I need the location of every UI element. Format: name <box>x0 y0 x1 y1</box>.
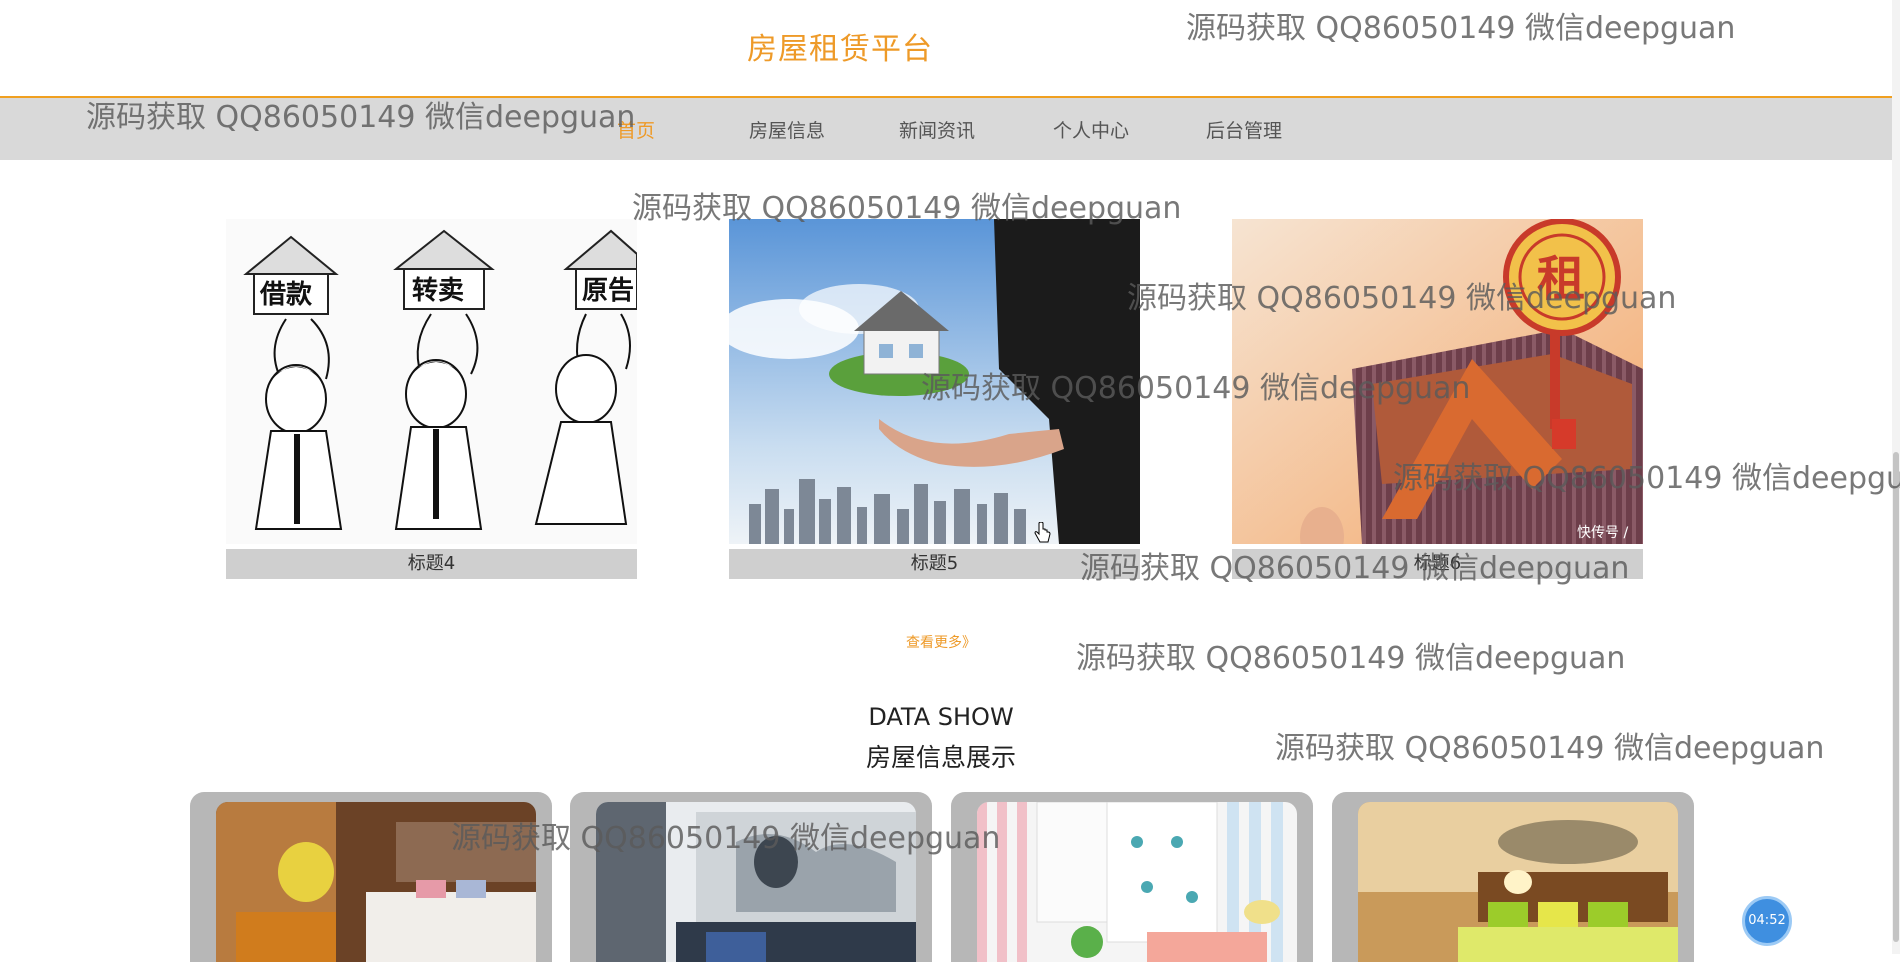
svg-text:借款: 借款 <box>259 280 313 310</box>
hand-pointer-icon <box>1034 521 1052 550</box>
house-card[interactable] <box>1332 792 1694 962</box>
watermark-text: 源码获取 QQ86050149 微信deepguan <box>451 821 1001 856</box>
watermark-text: 源码获取 QQ86050149 微信deepguan <box>1080 551 1630 586</box>
watermark-text: 源码获取 QQ86050149 微信deepguan <box>1127 281 1677 316</box>
watermark-text: 源码获取 QQ86050149 微信deepguan <box>1076 641 1626 676</box>
news-card-title[interactable]: 标题5 <box>729 549 1140 579</box>
news-image-cartoon[interactable]: 借款 转卖 原告 <box>226 219 637 544</box>
nav-item-admin[interactable]: 后台管理 <box>1206 116 1282 143</box>
nav-item-news[interactable]: 新闻资讯 <box>899 116 975 143</box>
watermark-text: 源码获取 QQ86050149 微信deepguan <box>86 100 636 135</box>
image-badge: 快传号 / <box>1577 525 1628 541</box>
nav-item-house-info[interactable]: 房屋信息 <box>749 116 825 143</box>
watermark-text: 源码获取 QQ86050149 微信deepguan <box>1275 731 1825 766</box>
svg-text:转卖: 转卖 <box>412 276 464 306</box>
watermark-text: 源码获取 QQ86050149 微信deepguan <box>1393 461 1900 496</box>
news-card[interactable]: 借款 转卖 原告 标题4 <box>226 219 637 579</box>
news-card-title[interactable]: 标题4 <box>226 549 637 579</box>
timer-badge[interactable]: 04:52 <box>1742 896 1792 946</box>
nav-item-personal-center[interactable]: 个人中心 <box>1053 116 1129 143</box>
watermark-text: 源码获取 QQ86050149 微信deepguan <box>1186 11 1736 46</box>
house-card[interactable] <box>951 792 1313 962</box>
scrollbar-thumb[interactable] <box>1893 452 1899 942</box>
watermark-text: 源码获取 QQ86050149 微信deepguan <box>921 371 1471 406</box>
house-photo[interactable] <box>1358 802 1678 962</box>
view-more-link[interactable]: 查看更多》 <box>906 632 976 652</box>
site-title[interactable]: 房屋租赁平台 <box>747 24 933 68</box>
watermark-text: 源码获取 QQ86050149 微信deepguan <box>632 191 1182 226</box>
svg-text:原告: 原告 <box>582 276 634 306</box>
house-photo[interactable] <box>977 802 1297 962</box>
